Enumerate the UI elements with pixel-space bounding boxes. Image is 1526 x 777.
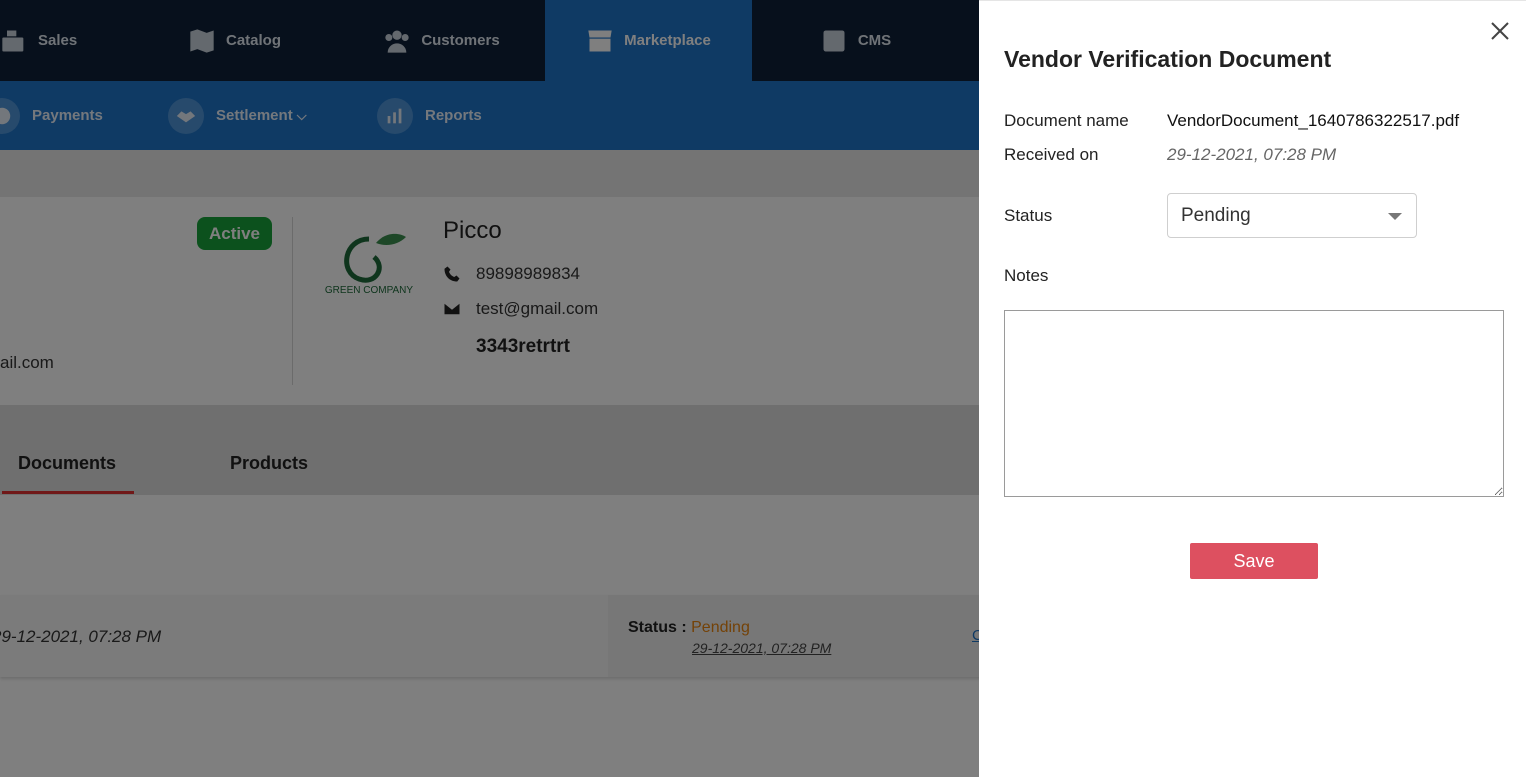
notes-textarea[interactable] [1004,310,1504,497]
notes-label: Notes [1004,266,1049,285]
close-button[interactable] [1488,19,1512,43]
drawer-title: Vendor Verification Document [1004,46,1332,72]
received-on-value: 29-12-2021, 07:28 PM [1167,145,1337,164]
status-select[interactable]: Pending [1167,193,1417,238]
caret-down-icon [1388,213,1402,220]
document-name-label: Document name [1004,111,1129,130]
modal-backdrop[interactable] [0,0,979,777]
status-select-value: Pending [1181,204,1251,226]
save-button[interactable]: Save [1190,543,1318,579]
verification-drawer: Vendor Verification Document Document na… [979,0,1526,777]
received-on-label: Received on [1004,145,1099,164]
document-name-value: VendorDocument_1640786322517.pdf [1167,111,1460,130]
status-label: Status [1004,206,1053,225]
close-icon [1491,22,1509,40]
